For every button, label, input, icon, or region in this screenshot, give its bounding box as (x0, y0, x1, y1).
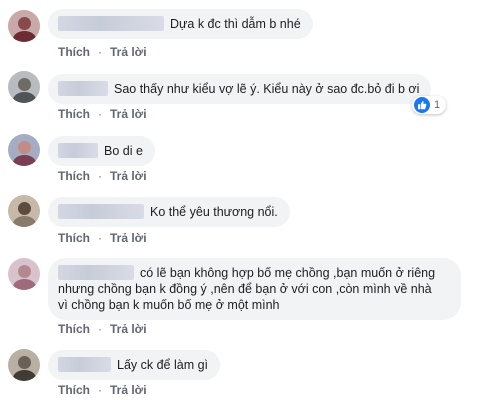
thumbs-up-icon (414, 97, 430, 113)
comment-text-line2: nhưng chồng bạn k đồng ý ,nên để bạn ở v… (58, 282, 432, 296)
avatar[interactable] (8, 10, 40, 42)
reply-link[interactable]: Trả lời (110, 383, 147, 397)
comment-actions: Thích · Trả lời (58, 45, 155, 59)
comment-actions: Thích · Trả lời (58, 231, 155, 245)
blurred-author-name[interactable] (58, 143, 98, 158)
blurred-author-name[interactable] (58, 265, 134, 280)
action-separator: · (98, 322, 102, 336)
like-link[interactable]: Thích (58, 383, 90, 397)
blurred-author-name[interactable] (58, 204, 144, 219)
blurred-author-name[interactable] (58, 81, 108, 96)
comment-text-line1: có lẽ bạn không hợp bố mẹ chồng ,bạn muố… (140, 266, 436, 280)
action-separator: · (98, 107, 102, 121)
like-link[interactable]: Thích (58, 169, 90, 183)
like-link[interactable]: Thích (58, 322, 90, 336)
comment-actions: Thích · Trả lời (58, 107, 155, 121)
comment-text-line3: vì chồng bạn k muốn bố mẹ ở một mình (58, 298, 280, 312)
avatar[interactable] (8, 71, 40, 103)
avatar[interactable] (8, 258, 40, 290)
comment-text: Lấy ck để làm gì (117, 358, 209, 372)
reaction-count-text: 1 (434, 99, 441, 111)
blurred-author-name[interactable] (58, 16, 164, 31)
like-link[interactable]: Thích (58, 231, 90, 245)
reaction-count[interactable]: 1 (412, 96, 447, 114)
action-separator: · (98, 383, 102, 397)
like-link[interactable]: Thích (58, 45, 90, 59)
comment-text: Dựa k đc thì dẫm b nhé (170, 17, 301, 31)
comment-text: Bo di e (104, 144, 143, 158)
comment-actions: Thích · Trả lời (58, 383, 155, 397)
comment-bubble: Dựa k đc thì dẫm b nhé (48, 9, 313, 39)
action-separator: · (98, 45, 102, 59)
comment-bubble: Ko thể yêu thương nổi. (48, 197, 290, 227)
comment-text: Ko thể yêu thương nổi. (150, 205, 278, 219)
comment-bubble: Sao thấy như kiểu vợ lẽ ý. Kiểu này ở sa… (48, 74, 432, 104)
avatar[interactable] (8, 349, 40, 381)
comment-bubble: Lấy ck để làm gì (48, 350, 221, 380)
action-separator: · (98, 231, 102, 245)
avatar[interactable] (8, 134, 40, 166)
reply-link[interactable]: Trả lời (110, 45, 147, 59)
comment-actions: Thích · Trả lời (58, 169, 155, 183)
reply-link[interactable]: Trả lời (110, 322, 147, 336)
reply-link[interactable]: Trả lời (110, 169, 147, 183)
comment-bubble: Bo di e (48, 136, 155, 166)
comment-actions: Thích · Trả lời (58, 322, 155, 336)
action-separator: · (98, 169, 102, 183)
comment-text: Sao thấy như kiểu vợ lẽ ý. Kiểu này ở sa… (114, 82, 420, 96)
comment-bubble: có lẽ bạn không hợp bố mẹ chồng ,bạn muố… (48, 258, 461, 320)
blurred-author-name[interactable] (58, 357, 111, 372)
reply-link[interactable]: Trả lời (110, 231, 147, 245)
reply-link[interactable]: Trả lời (110, 107, 147, 121)
avatar[interactable] (8, 195, 40, 227)
like-link[interactable]: Thích (58, 107, 90, 121)
